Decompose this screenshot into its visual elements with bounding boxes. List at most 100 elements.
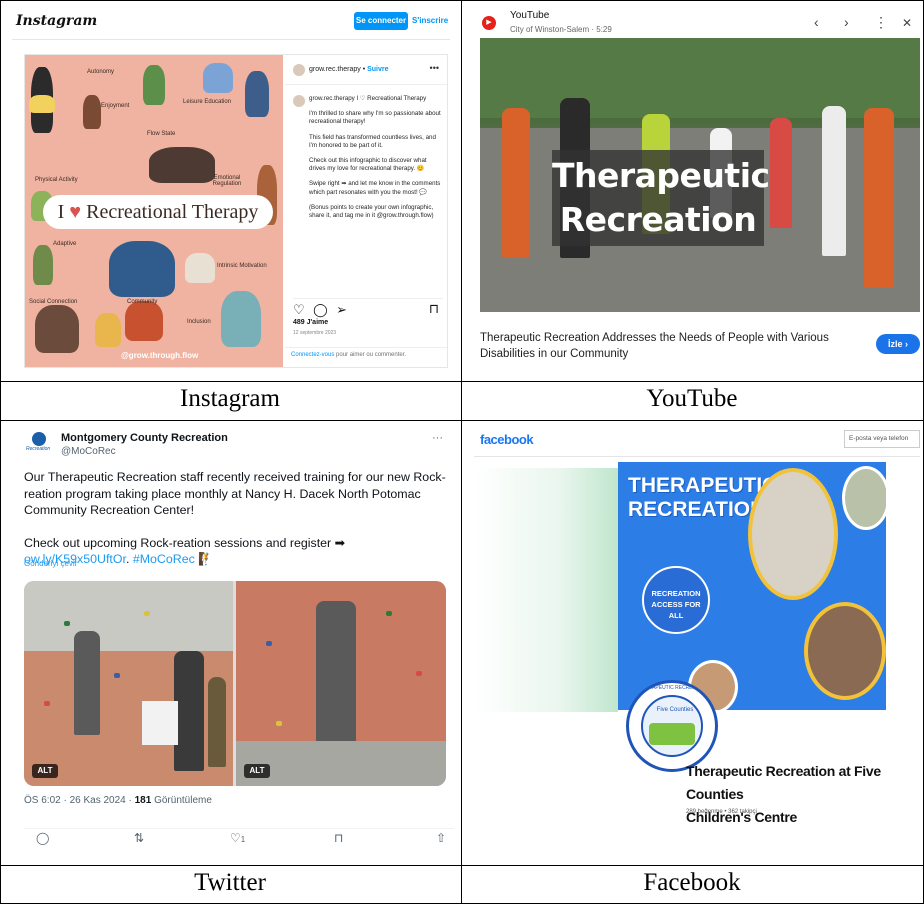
views-count: 181: [134, 795, 152, 806]
comment-prompt-text: pour aimer ou commenter.: [334, 352, 407, 358]
comment-prompt: Connectez-vous pour aimer ou commenter.: [285, 347, 447, 362]
poster-title-post: Recreational Therapy: [86, 201, 259, 223]
label-enjoyment: Enjoyment: [101, 103, 130, 109]
username-link[interactable]: grow.rec.therapy: [309, 66, 361, 73]
post-author[interactable]: grow.rec.therapy • Suivre: [309, 66, 389, 73]
signup-link[interactable]: S'inscrire: [412, 12, 448, 30]
watch-button[interactable]: İzle ›: [876, 334, 920, 354]
label-leisure-education: Leisure Education: [183, 99, 232, 105]
label-adaptive: Adaptive: [53, 241, 77, 247]
climbing-emoji-icon: 🧗: [198, 552, 214, 566]
likes-count: 1: [240, 835, 246, 844]
instagram-post: Autonomy Enjoyment Leisure Education Flo…: [24, 54, 448, 368]
follow-button[interactable]: Suivre: [367, 66, 388, 73]
more-options-icon[interactable]: ⋮: [874, 14, 888, 31]
caption-paragraph: Check out this infographic to discover w…: [309, 157, 427, 173]
translate-link[interactable]: Gönderiyi çevir: [24, 559, 77, 568]
next-icon[interactable]: ›: [844, 14, 849, 30]
overlay-line-2: Recreation: [559, 200, 757, 239]
post-image[interactable]: Autonomy Enjoyment Leisure Education Flo…: [25, 55, 283, 367]
bookmark-icon[interactable]: ⊓: [334, 831, 343, 845]
label-flow-state: Flow State: [147, 131, 176, 137]
grid-divider-1: [0, 381, 924, 382]
account-name[interactable]: Montgomery County Recreation: [61, 432, 228, 444]
tweet-paragraph-2: Check out upcoming Rock-reation sessions…: [24, 535, 345, 567]
profile-centre-text: Five Counties: [656, 707, 694, 713]
email-field[interactable]: E-posta veya telefon: [844, 430, 920, 448]
grid-divider-vertical: [461, 0, 462, 904]
heart-icon: ♥: [69, 201, 82, 223]
caption-avatar[interactable]: [293, 95, 305, 107]
overlay-line-1: Therapeutic: [552, 156, 770, 195]
retweet-icon[interactable]: ⇅: [134, 831, 144, 845]
youtube-logo-icon: ▶: [482, 16, 496, 30]
mocorec-logo-icon: [32, 432, 46, 446]
caption-paragraph: Swipe right ➡ and let me know in the com…: [309, 180, 441, 196]
label-social-connection: Social Connection: [29, 299, 78, 305]
bookmark-icon[interactable]: ⊓: [429, 301, 439, 317]
more-options-icon[interactable]: •••: [430, 63, 439, 73]
post-header: grow.rec.therapy • Suivre •••: [285, 55, 447, 85]
login-link[interactable]: Connectez-vous: [291, 352, 334, 358]
alt-badge[interactable]: ALT: [32, 764, 58, 778]
youtube-channel-name: YouTube: [510, 10, 550, 21]
logo-text: Recreation: [26, 446, 51, 452]
youtube-header: ▶ YouTube City of Winston-Salem · 5:29 ‹…: [470, 4, 920, 38]
instagram-logo[interactable]: Instagram: [16, 13, 97, 29]
more-options-icon[interactable]: ···: [432, 432, 443, 444]
tweet-paragraph-1: Our Therapeutic Recreation staff recentl…: [24, 470, 446, 517]
share-icon[interactable]: ➢: [336, 302, 347, 317]
poster-title: I ♥ Recreational Therapy: [43, 195, 273, 229]
banner-badge: RECREATION ACCESS FOR ALL: [642, 566, 710, 634]
header-divider: [474, 456, 920, 457]
twitter-panel: Recreation Montgomery County Recreation …: [14, 428, 456, 860]
grid-divider-2: [0, 420, 924, 421]
tweet-photo-2[interactable]: [236, 581, 446, 786]
cover-left-fade: [474, 468, 618, 712]
like-icon[interactable]: ♡: [293, 302, 305, 317]
label-inclusion: Inclusion: [187, 319, 211, 325]
instagram-panel: Instagram Se connecter S'inscrire Autono…: [12, 4, 450, 376]
page-stats: 289 beğenme • 362 takipçi: [686, 809, 757, 815]
label-physical-activity: Physical Activity: [35, 177, 78, 183]
instagram-header: Instagram Se connecter S'inscrire: [12, 4, 450, 40]
tweet-text-2: Check out upcoming Rock-reation sessions…: [24, 535, 345, 550]
facebook-panel: facebook E-posta veya telefon THERAPEUTI…: [474, 428, 920, 860]
post-caption: grow.rec.therapy I ♡ Recreational Therap…: [309, 95, 443, 227]
previous-icon[interactable]: ‹: [814, 14, 819, 30]
share-icon[interactable]: ⇧: [436, 831, 446, 845]
page-title[interactable]: Therapeutic Recreation at Five Counties …: [686, 760, 920, 829]
login-button[interactable]: Se connecter: [354, 12, 408, 30]
profile-arc-text: THERAPEUTIC RECREATION: [638, 685, 708, 691]
tweet-photo-1[interactable]: [24, 581, 233, 786]
likes-count[interactable]: 489 J'aime: [293, 319, 328, 326]
video-title[interactable]: Therapeutic Recreation Addresses the Nee…: [480, 330, 870, 362]
account-handle[interactable]: @MoCoRec: [61, 446, 116, 457]
profile-picture[interactable]: Five Counties THERAPEUTIC RECREATION: [626, 680, 718, 772]
avatar[interactable]: [293, 64, 305, 76]
video-meta: City of Winston-Salem · 5:29: [510, 25, 612, 34]
poster-handle: @grow.through.flow: [121, 351, 199, 360]
caption-paragraph: This field has transformed countless liv…: [309, 133, 436, 149]
alt-badge[interactable]: ALT: [244, 764, 270, 778]
banner-title: THERAPEUTIC RECREATION: [628, 474, 778, 521]
hashtag-link[interactable]: #MoCoRec: [133, 552, 195, 566]
cover-banner: THERAPEUTIC RECREATION RECREATION ACCESS…: [618, 462, 886, 710]
close-icon[interactable]: ✕: [902, 16, 912, 30]
cover-photo[interactable]: THERAPEUTIC RECREATION RECREATION ACCESS…: [474, 458, 920, 712]
account-avatar[interactable]: Recreation: [26, 432, 50, 456]
like-icon[interactable]: ♡1: [230, 831, 245, 845]
youtube-panel: ▶ YouTube City of Winston-Salem · 5:29 ‹…: [470, 4, 920, 376]
reply-icon[interactable]: ◯: [36, 831, 49, 845]
facebook-logo[interactable]: facebook: [480, 432, 534, 447]
views-label: Görüntüleme: [151, 795, 212, 806]
tweet-timestamp[interactable]: ÖS 6:02 · 26 Kas 2024 ·: [24, 795, 135, 806]
tweet-text: Our Therapeutic Recreation staff recentl…: [24, 469, 454, 568]
tweet-meta: ÖS 6:02 · 26 Kas 2024 · 181 Görüntüleme: [24, 795, 212, 806]
post-date: 12 septembre 2023: [293, 330, 337, 336]
page-title-line-1: Therapeutic Recreation at Five Counties: [686, 763, 881, 802]
comment-icon[interactable]: ◯: [313, 302, 328, 317]
caption-paragraph: (Bonus points to create your own infogra…: [309, 203, 434, 220]
label-community: Community: [127, 299, 158, 305]
caption-facebook: Facebook: [643, 869, 741, 896]
